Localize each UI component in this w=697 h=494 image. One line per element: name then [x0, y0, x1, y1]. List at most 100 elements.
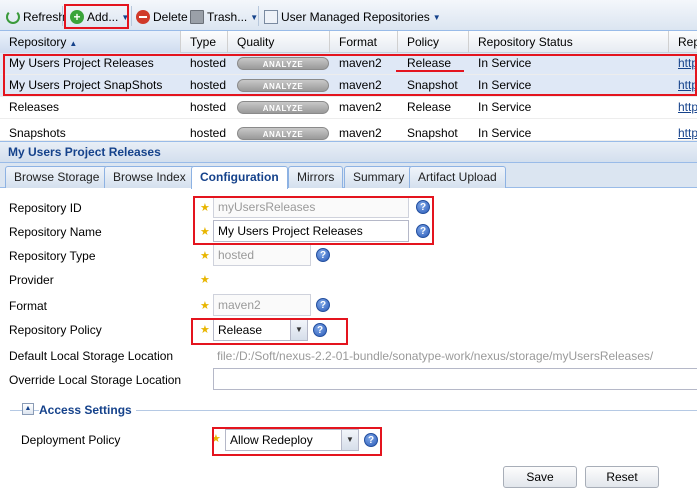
column-header-policy[interactable]: Policy — [398, 31, 469, 53]
column-header-quality[interactable]: Quality — [228, 31, 330, 53]
cell-status: In Service — [478, 56, 532, 70]
table-row[interactable]: Releases hosted ANALYZE maven2 Release I… — [0, 97, 697, 119]
deployment-policy-label: Deployment Policy — [21, 433, 121, 447]
user-managed-repositories-button[interactable]: User Managed Repositories ▼ — [264, 9, 441, 25]
cell-type: hosted — [190, 100, 227, 114]
trash-button[interactable]: Trash... ▼ — [190, 9, 258, 25]
cell-url-link[interactable]: http: — [669, 97, 697, 119]
cell-repository: Snapshots — [9, 126, 66, 140]
table-row[interactable]: My Users Project SnapShots hosted ANALYZ… — [0, 75, 697, 97]
repository-id-label: Repository ID — [9, 201, 82, 215]
cell-url-link[interactable]: http: — [669, 75, 697, 97]
column-header-repository-status[interactable]: Repository Status — [469, 31, 669, 53]
repository-type-field[interactable]: hosted — [213, 244, 311, 266]
column-header-label: Repository — [9, 35, 67, 49]
cell-format: maven2 — [339, 78, 382, 92]
save-button[interactable]: Save — [503, 466, 577, 488]
refresh-icon — [6, 10, 20, 24]
cell-format: maven2 — [339, 126, 382, 140]
repository-name-field[interactable]: My Users Project Releases — [213, 220, 409, 242]
cell-quality: ANALYZE — [228, 75, 330, 97]
repository-policy-select[interactable]: Release ▼ — [213, 319, 308, 341]
sort-asc-icon: ▲ — [69, 39, 78, 48]
cell-quality: ANALYZE — [228, 53, 330, 75]
column-header-type[interactable]: Type — [181, 31, 228, 53]
column-header-label: Type — [190, 35, 217, 49]
delete-button[interactable]: Delete — [136, 9, 188, 25]
toolbar: Refresh + Add... ▼ Delete Trash... ▼ Use… — [0, 0, 697, 31]
cell-format: maven2 — [339, 100, 382, 114]
star-icon: ★ — [211, 433, 221, 445]
star-icon: ★ — [200, 202, 210, 214]
panel-title: My Users Project Releases — [0, 141, 697, 163]
repository-icon — [264, 10, 278, 24]
collapse-icon[interactable]: ▲ — [22, 403, 34, 415]
table-row[interactable]: My Users Project Releases hosted ANALYZE… — [0, 53, 697, 75]
cell-repository: My Users Project SnapShots — [9, 78, 163, 92]
help-icon[interactable]: ? — [316, 298, 330, 312]
column-header-repository-path[interactable]: Repo — [669, 31, 697, 53]
highlight-underline — [396, 70, 464, 72]
override-storage-field[interactable] — [213, 368, 697, 390]
reset-button[interactable]: Reset — [585, 466, 659, 488]
analyze-button[interactable]: ANALYZE — [237, 57, 329, 70]
column-header-label: Format — [339, 35, 378, 49]
cell-url-link[interactable]: http: — [669, 123, 697, 140]
add-icon: + — [70, 10, 84, 24]
chevron-down-icon: ▼ — [432, 12, 441, 22]
analyze-button[interactable]: ANALYZE — [237, 127, 329, 140]
deployment-policy-select[interactable]: Allow Redeploy ▼ — [225, 429, 359, 451]
table-row[interactable]: Snapshots hosted ANALYZE maven2 Snapshot… — [0, 119, 697, 141]
tab-summary[interactable]: Summary — [344, 166, 414, 188]
chevron-down-icon[interactable]: ▼ — [290, 320, 307, 340]
cell-policy: Snapshot — [407, 78, 458, 92]
format-field[interactable]: maven2 — [213, 294, 311, 316]
cell-quality: ANALYZE — [228, 123, 330, 140]
chevron-down-icon: ▼ — [250, 12, 259, 22]
help-icon[interactable]: ? — [313, 323, 327, 337]
grid-header: Repository ▲ Type Quality Format Policy R… — [0, 31, 697, 53]
tab-mirrors[interactable]: Mirrors — [288, 166, 344, 188]
help-icon[interactable]: ? — [416, 224, 430, 238]
cell-url-link[interactable]: http: — [669, 53, 697, 75]
provider-label: Provider — [9, 273, 54, 287]
delete-icon — [136, 10, 150, 24]
user-managed-label: User Managed Repositories — [281, 10, 430, 24]
trash-icon — [190, 10, 204, 24]
access-settings-legend: Access Settings — [39, 403, 136, 417]
cell-type: hosted — [190, 56, 227, 70]
cell-status: In Service — [478, 100, 532, 114]
tab-artifact-upload[interactable]: Artifact Upload — [409, 166, 506, 188]
add-button[interactable]: + Add... ▼ — [70, 9, 129, 25]
column-header-format[interactable]: Format — [330, 31, 398, 53]
analyze-button[interactable]: ANALYZE — [237, 101, 329, 114]
tab-bar: Browse Storage Browse Index Configuratio… — [0, 163, 697, 189]
cell-quality: ANALYZE — [228, 97, 330, 119]
help-icon[interactable]: ? — [364, 433, 378, 447]
column-header-label: Repo — [678, 35, 697, 49]
tab-browse-storage[interactable]: Browse Storage — [5, 166, 109, 188]
help-icon[interactable]: ? — [316, 248, 330, 262]
cell-status: In Service — [478, 126, 532, 140]
chevron-down-icon[interactable]: ▼ — [341, 430, 358, 450]
column-header-repository[interactable]: Repository ▲ — [0, 31, 181, 53]
column-header-label: Repository Status — [478, 35, 573, 49]
tab-browse-index[interactable]: Browse Index — [104, 166, 195, 188]
default-storage-label: Default Local Storage Location — [9, 349, 174, 363]
analyze-button[interactable]: ANALYZE — [237, 79, 329, 92]
cell-format: maven2 — [339, 56, 382, 70]
cell-policy: Snapshot — [407, 126, 458, 140]
default-storage-value: file:/D:/Soft/nexus-2.2-01-bundle/sonaty… — [217, 349, 654, 363]
repository-name-label: Repository Name — [9, 225, 102, 239]
cell-type: hosted — [190, 78, 227, 92]
tab-configuration[interactable]: Configuration — [191, 166, 288, 189]
repository-id-field[interactable]: myUsersReleases — [213, 196, 409, 218]
star-icon: ★ — [200, 226, 210, 238]
toolbar-separator — [62, 6, 63, 26]
cell-policy: Release — [407, 100, 452, 114]
delete-label: Delete — [153, 10, 188, 24]
help-icon[interactable]: ? — [416, 200, 430, 214]
refresh-button[interactable]: Refresh — [6, 9, 65, 25]
cell-repository: Releases — [9, 100, 60, 114]
add-label: Add... — [87, 10, 119, 24]
